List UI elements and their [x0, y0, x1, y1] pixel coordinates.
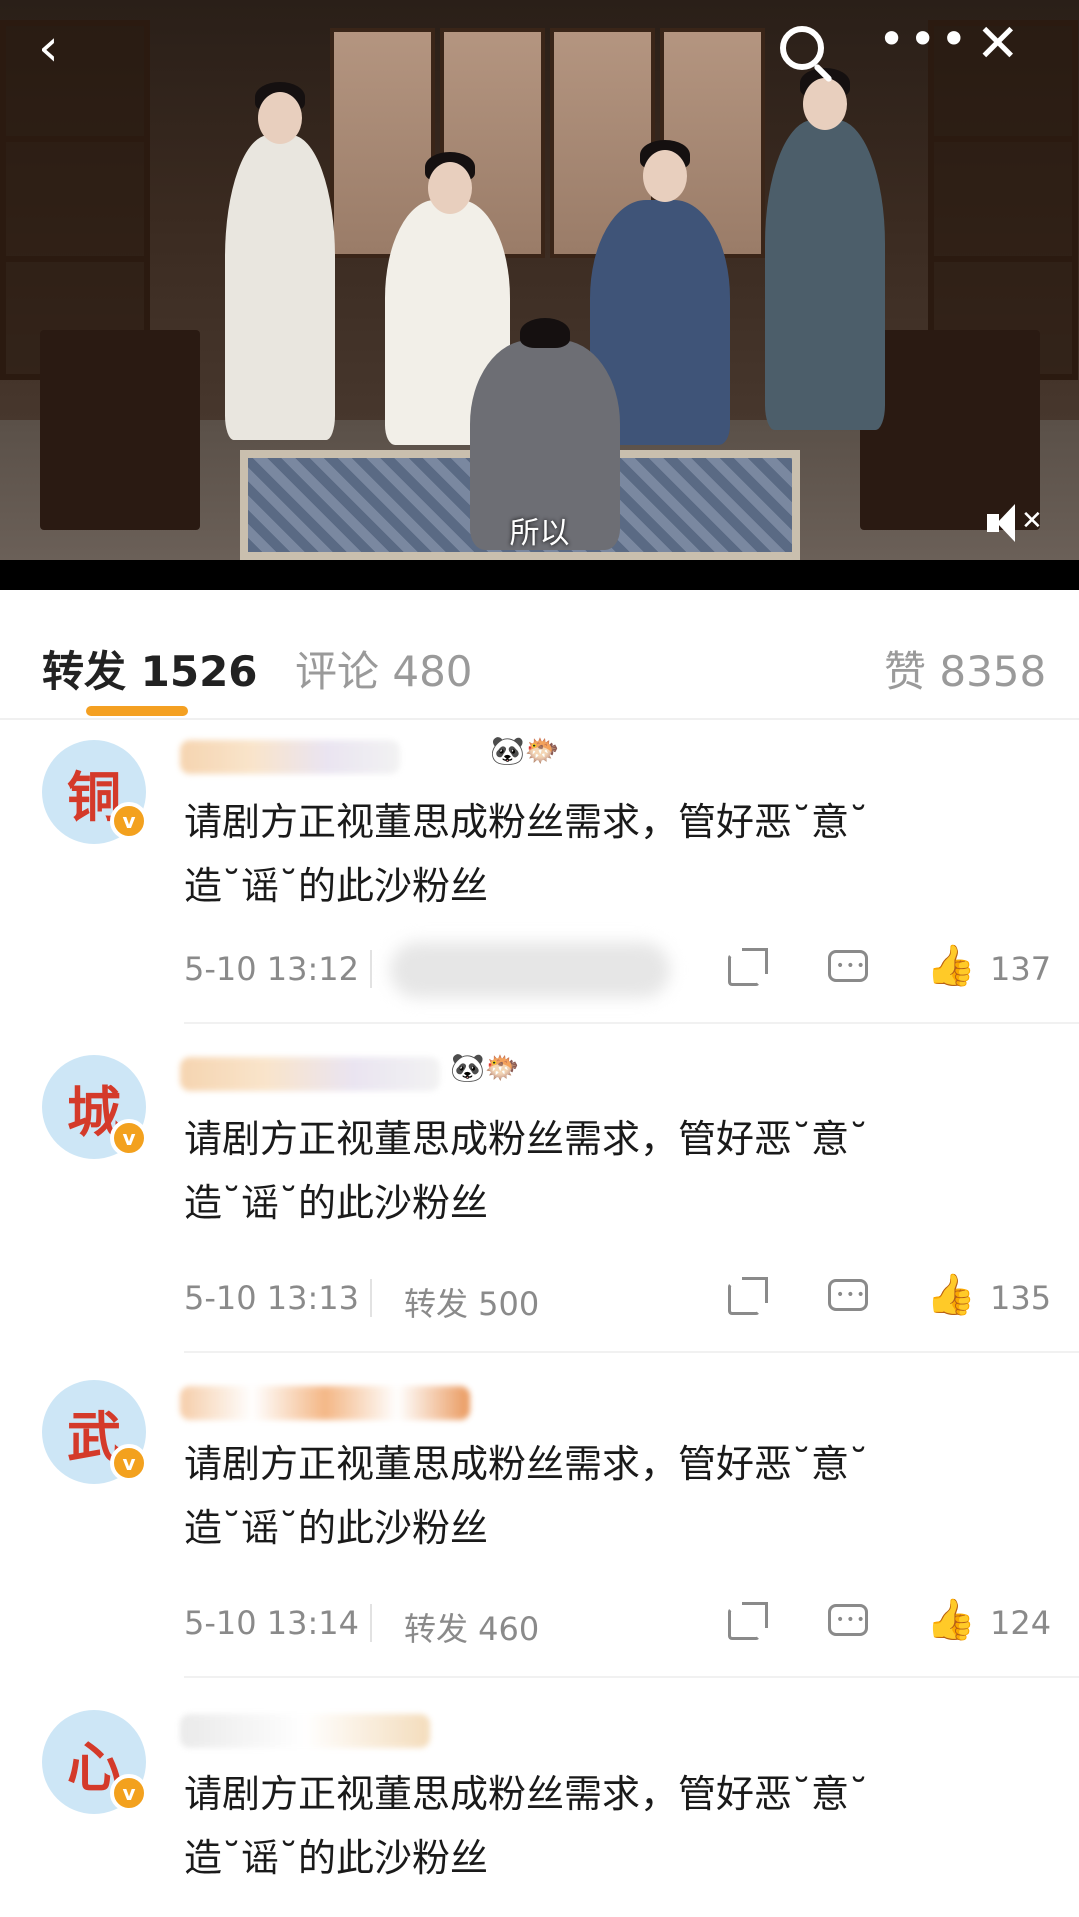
user-badge-icons: 🐼🐡: [490, 734, 560, 767]
comment-icon[interactable]: •••: [826, 1275, 870, 1319]
comment-line: 请剧方正视董思成粉丝需求，管好恶˘意˘: [184, 800, 869, 844]
comment-text: 请剧方正视董思成粉丝需求，管好恶˘意˘ 造˘谣˘的此沙粉丝: [184, 1762, 1014, 1890]
tab-comments[interactable]: 评论 480: [295, 638, 473, 699]
video-subtitle: 所以: [509, 516, 570, 551]
blurred-region: [390, 942, 670, 998]
timestamp: 5-10 13:14: [184, 1604, 360, 1642]
bookshelf-right: [928, 20, 1078, 380]
verified-badge-icon: v: [110, 802, 148, 840]
verified-badge-icon: v: [110, 1774, 148, 1812]
figure-hair: [520, 318, 570, 348]
comment-text: 请剧方正视董思成粉丝需求，管好恶˘意˘ 造˘谣˘的此沙粉丝: [184, 1107, 1014, 1235]
divider: [184, 1022, 1079, 1024]
comment-text: 请剧方正视董思成粉丝需求，管好恶˘意˘ 造˘谣˘的此沙粉丝: [184, 1432, 1014, 1560]
like-count: 135: [990, 1279, 1052, 1317]
tab-bar: 转发 1526 评论 480 赞 8358: [0, 590, 1079, 720]
like-count: 124: [990, 1604, 1052, 1642]
timestamp: 5-10 13:13: [184, 1279, 360, 1317]
mute-icon[interactable]: ✕: [985, 500, 1045, 544]
figure-head: [428, 162, 472, 214]
figure-head: [803, 78, 847, 130]
tab-likes[interactable]: 赞 8358: [884, 638, 1046, 699]
comment-icon[interactable]: •••: [826, 946, 870, 990]
back-icon[interactable]: ‹: [38, 22, 59, 74]
chair-left: [40, 330, 200, 530]
username-blurred[interactable]: [180, 1386, 470, 1420]
figure-head: [258, 92, 302, 144]
divider: [184, 1676, 1079, 1678]
comment-line: 请剧方正视董思成粉丝需求，管好恶˘意˘: [184, 1117, 869, 1161]
comment-line: 造˘谣˘的此沙粉丝: [184, 1506, 489, 1550]
more-icon[interactable]: •••: [878, 16, 971, 62]
comment-line: 造˘谣˘的此沙粉丝: [184, 1181, 489, 1225]
comment-line: 造˘谣˘的此沙粉丝: [184, 1836, 489, 1880]
figure-head: [643, 150, 687, 202]
active-tab-indicator: [86, 706, 188, 716]
divider: [0, 718, 1079, 720]
search-icon[interactable]: [778, 22, 838, 83]
share-icon[interactable]: [726, 1275, 770, 1319]
list-item: 武 v 请剧方正视董思成粉丝需求，管好恶˘意˘ 造˘谣˘的此沙粉丝 5-10 1…: [0, 1380, 1079, 1680]
username-blurred[interactable]: [180, 1057, 440, 1091]
user-badge-icons: 🐼🐡: [450, 1051, 520, 1084]
comment-line: 造˘谣˘的此沙粉丝: [184, 864, 489, 908]
username-blurred[interactable]: [180, 740, 400, 774]
username-blurred[interactable]: [180, 1714, 430, 1748]
like-icon[interactable]: 👍: [926, 1598, 976, 1642]
list-item: 心 v 请剧方正视董思成粉丝需求，管好恶˘意˘ 造˘谣˘的此沙粉丝: [0, 1710, 1079, 1917]
figure-standing-right: [765, 120, 885, 430]
forward-count[interactable]: 转发 500: [404, 1279, 539, 1325]
share-icon[interactable]: [726, 1600, 770, 1644]
like-icon[interactable]: 👍: [926, 1273, 976, 1317]
list-item: 城 v 🐼🐡 请剧方正视董思成粉丝需求，管好恶˘意˘ 造˘谣˘的此沙粉丝 5-1…: [0, 1051, 1079, 1355]
list-item: 铜 v 🐼🐡 请剧方正视董思成粉丝需求，管好恶˘意˘ 造˘谣˘的此沙粉丝 5-1…: [0, 730, 1079, 1030]
comment-icon[interactable]: •••: [826, 1600, 870, 1644]
close-icon[interactable]: ✕: [976, 18, 1020, 70]
divider: [370, 1604, 372, 1642]
divider: [184, 1351, 1079, 1353]
comment-text: 请剧方正视董思成粉丝需求，管好恶˘意˘ 造˘谣˘的此沙粉丝: [184, 790, 1014, 918]
comment-line: 请剧方正视董思成粉丝需求，管好恶˘意˘: [184, 1442, 869, 1486]
figure-standing-left: [225, 135, 335, 440]
timestamp: 5-10 13:12: [184, 950, 360, 988]
like-count: 137: [990, 950, 1052, 988]
verified-badge-icon: v: [110, 1119, 148, 1157]
video-player[interactable]: ‹ ••• ✕ 所以 ✕: [0, 0, 1079, 560]
video-bottom-bar: [0, 560, 1079, 590]
comment-line: 请剧方正视董思成粉丝需求，管好恶˘意˘: [184, 1772, 869, 1816]
forward-count[interactable]: 转发 460: [404, 1604, 539, 1650]
verified-badge-icon: v: [110, 1444, 148, 1482]
divider: [370, 1279, 372, 1317]
divider: [370, 950, 372, 988]
like-icon[interactable]: 👍: [926, 944, 976, 988]
bookshelf-left: [0, 20, 150, 380]
share-icon[interactable]: [726, 946, 770, 990]
tab-forward[interactable]: 转发 1526: [42, 638, 258, 699]
